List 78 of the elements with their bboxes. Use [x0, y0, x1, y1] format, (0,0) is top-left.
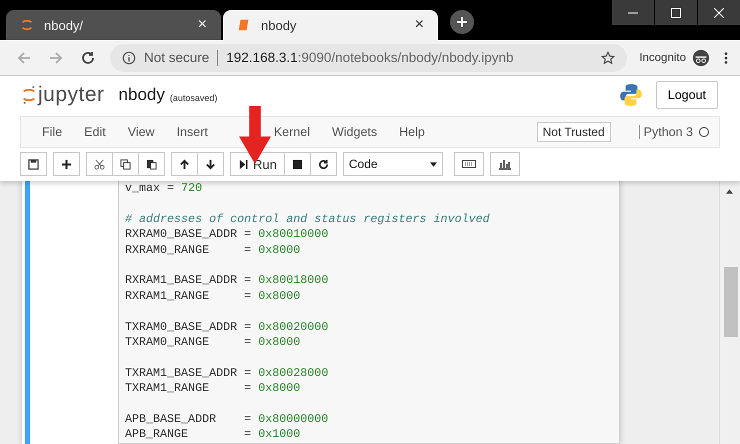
down-arrow-icon: [205, 158, 216, 170]
restart-button[interactable]: [310, 152, 337, 176]
url-text: 192.168.3.1:9090/notebooks/nbody/nbody.ipynb: [226, 50, 515, 65]
code-line: RXRAM1_RANGE = 0x8000: [124, 288, 302, 304]
address-bar[interactable]: Not secure 192.168.3.1:9090/notebooks/nbody/nbody.ipynb: [110, 44, 628, 72]
reload-icon[interactable]: [80, 50, 96, 66]
code-line: TXRAM1_RANGE = 0x8000: [124, 381, 302, 396]
menu-item[interactable]: Kernel: [262, 125, 321, 139]
code-line: TXRAM0_BASE_ADDR = 0x80020000: [124, 320, 330, 335]
new-tab-button[interactable]: [450, 10, 474, 34]
square-icon: [292, 158, 303, 170]
keyboard-button[interactable]: [454, 152, 484, 176]
menu-item[interactable]: File: [31, 125, 74, 139]
cut-button[interactable]: [86, 152, 113, 176]
caret-icon: [430, 162, 437, 166]
code-line: v_max = 720: [124, 181, 204, 196]
paste-icon: [146, 158, 157, 170]
move-up-button[interactable]: [171, 152, 198, 176]
maximize-icon: [671, 8, 681, 18]
bookmark-star-icon[interactable]: [601, 50, 616, 64]
jupyter-logo-icon: [22, 84, 36, 106]
code-line: APB_RANGE = 0x1000: [124, 427, 302, 443]
info-icon: [122, 50, 136, 64]
menu-item[interactable]: Edit: [73, 125, 117, 139]
menu-item[interactable]: View: [116, 125, 166, 139]
incognito-icon[interactable]: [692, 48, 710, 66]
notebook-icon: [237, 18, 251, 32]
copy-button[interactable]: [112, 152, 139, 176]
jupyter-logo-icon: [20, 18, 34, 32]
stop-button[interactable]: [284, 152, 311, 176]
close-tab-button[interactable]: ×: [198, 16, 207, 34]
notebook-title[interactable]: nbody: [118, 85, 165, 105]
menu-item[interactable]: Help: [388, 125, 436, 139]
code-editor[interactable]: [118, 181, 620, 444]
menu-item[interactable]: Insert: [166, 125, 219, 139]
menu-item[interactable]: Widgets: [320, 125, 388, 139]
cell-type-dropdown[interactable]: Code: [342, 152, 443, 176]
maximize-button[interactable]: [655, 0, 697, 25]
plus-icon: [61, 158, 72, 170]
trust-indicator[interactable]: Not Trusted: [536, 122, 611, 142]
up-arrow-icon: [179, 158, 190, 170]
chart-button[interactable]: [490, 152, 520, 176]
jupyter-wordmark: jupyter: [38, 83, 105, 107]
scrollbar[interactable]: [719, 181, 740, 444]
bar-chart-icon: [498, 158, 512, 170]
browser-menu-icon[interactable]: [724, 50, 728, 64]
plus-icon: [456, 16, 468, 28]
security-label: Not secure: [144, 50, 210, 65]
close-icon: [714, 8, 724, 18]
code-line: TXRAM0_RANGE = 0x8000: [124, 334, 302, 350]
insert-cell-button[interactable]: [53, 152, 80, 176]
scissors-icon: [94, 158, 105, 170]
paste-button[interactable]: [138, 152, 165, 176]
logout-button[interactable]: Logout: [656, 81, 718, 109]
code-line: TXRAM1_BASE_ADDR = 0x80028000: [124, 366, 330, 382]
tab-title: nbody/: [44, 18, 84, 32]
save-button[interactable]: [20, 152, 47, 176]
code-line: RXRAM1_BASE_ADDR = 0x80018000: [124, 273, 330, 289]
keyboard-icon: [462, 159, 476, 169]
kernel-name: Python 3: [638, 125, 693, 139]
browser-tab[interactable]: nbody/ ×: [6, 10, 221, 40]
tab-title: nbody: [261, 18, 298, 32]
code-line: RXRAM0_BASE_ADDR = 0x80010000: [124, 227, 330, 243]
browser-tab[interactable]: nbody ×: [223, 10, 438, 40]
scroll-up-icon[interactable]: [726, 189, 733, 194]
copy-icon: [120, 158, 131, 170]
step-forward-icon: [238, 158, 249, 170]
autosave-status: (autosaved): [170, 92, 218, 102]
code-comment: # addresses of control and status registers involved: [124, 212, 491, 228]
scrollbar-thumb[interactable]: [724, 267, 738, 337]
code-line: APB_BASE_ADDR = 0x80000000: [124, 412, 330, 428]
refresh-icon: [318, 158, 329, 170]
code-line: RXRAM0_RANGE = 0x8000: [124, 242, 302, 258]
close-window-button[interactable]: [698, 0, 740, 25]
incognito-label: Incognito: [639, 52, 686, 64]
move-down-button[interactable]: [197, 152, 224, 176]
python-logo-icon: [618, 82, 644, 108]
close-tab-button[interactable]: ×: [414, 16, 424, 34]
